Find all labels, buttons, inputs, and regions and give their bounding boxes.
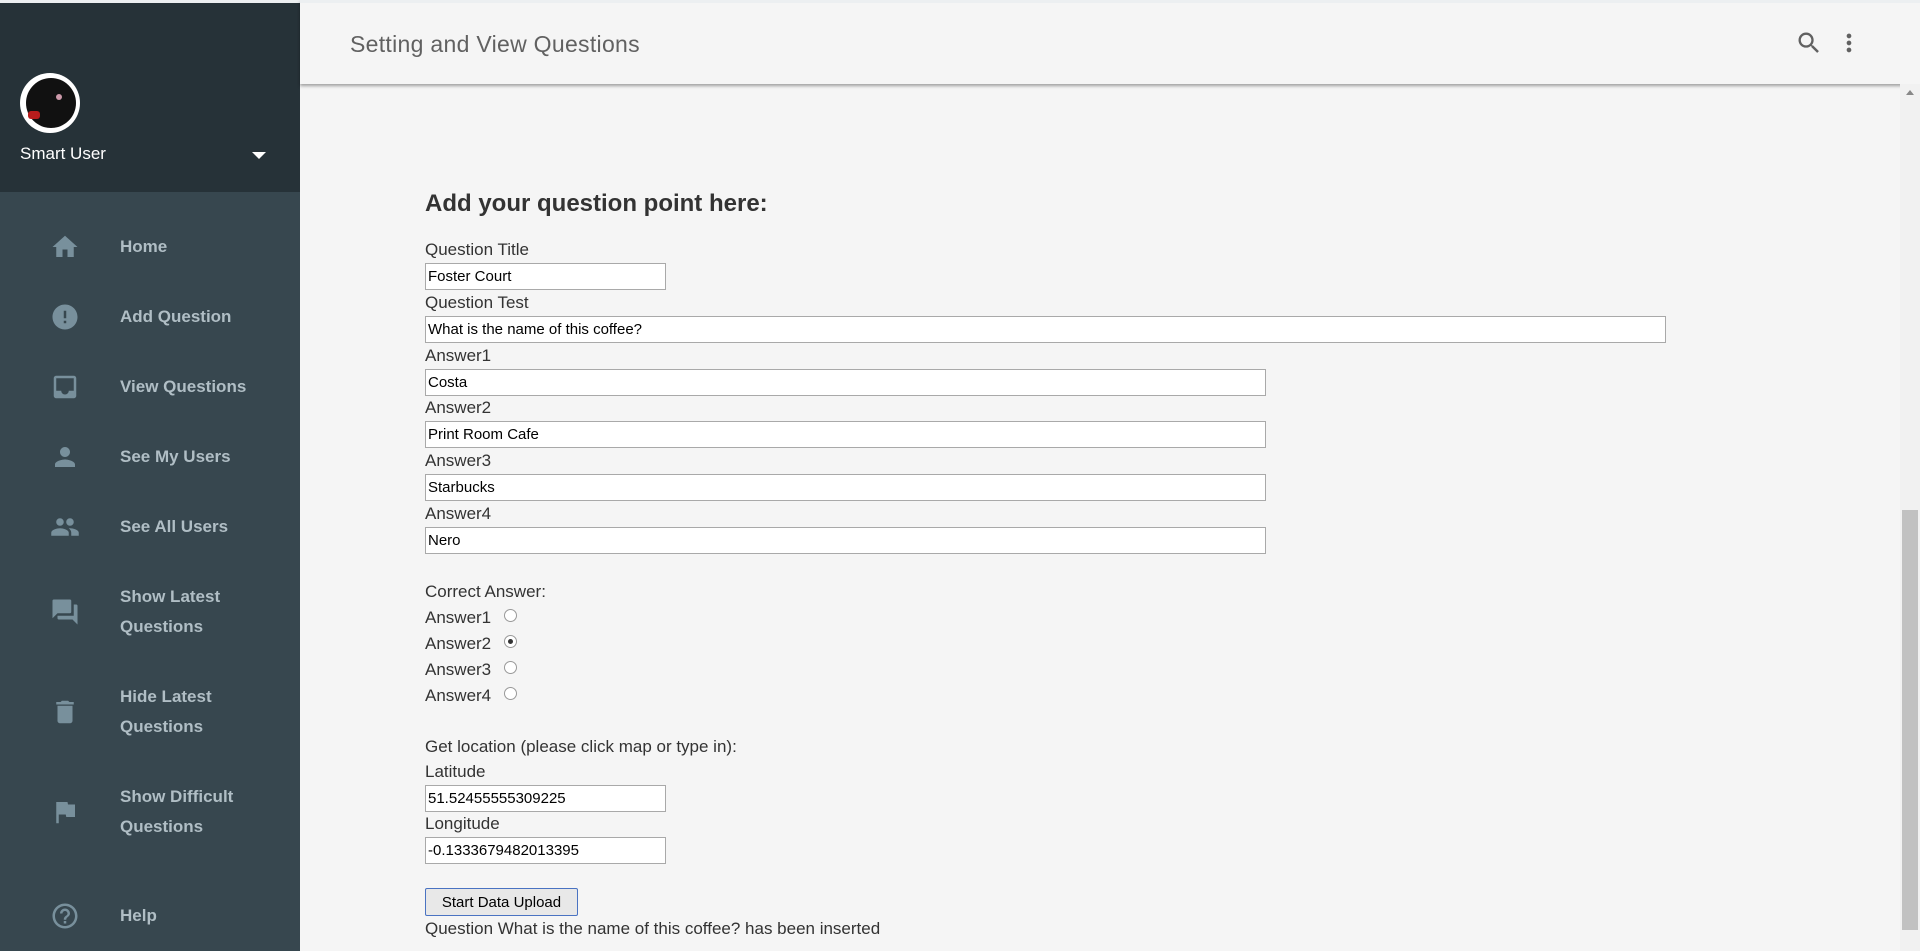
user-name: Smart User	[20, 144, 106, 163]
sidebar-item-label: Questions	[120, 617, 204, 636]
correct-option-answer2-radio[interactable]	[504, 635, 517, 648]
sidebar: Smart User Home Add Question View Questi…	[0, 0, 300, 951]
sidebar-item-label: Add Question	[120, 307, 232, 326]
correct-option-answer1-label: Answer1	[425, 608, 492, 627]
sidebar-item-show-difficult-questions[interactable]: Show Difficult Questions	[0, 782, 300, 842]
people-icon	[51, 518, 79, 536]
sidebar-item-label: Show Difficult	[120, 787, 234, 806]
correct-option-answer3-label: Answer3	[425, 660, 492, 679]
longitude-label: Longitude	[425, 814, 500, 833]
sidebar-item-add-question[interactable]: Add Question	[0, 302, 300, 352]
sidebar-item-label: Questions	[120, 717, 204, 736]
help-icon	[52, 903, 78, 929]
sidebar-item-hide-latest-questions[interactable]: Hide Latest Questions	[0, 682, 300, 742]
answer4-input[interactable]	[425, 527, 1266, 554]
page-title: Setting and View Questions	[350, 31, 640, 57]
trash-icon	[56, 700, 74, 724]
answer2-input[interactable]	[425, 421, 1266, 448]
latitude-input[interactable]	[425, 785, 666, 812]
scrollbar-thumb[interactable]	[1902, 510, 1918, 930]
inbox-icon	[53, 375, 77, 399]
answer4-label: Answer4	[425, 504, 492, 523]
sidebar-item-label: Show Latest	[120, 587, 221, 606]
correct-option-answer2-label: Answer2	[425, 634, 492, 653]
sidebar-item-label: Help	[120, 906, 157, 925]
alert-circle-icon	[52, 304, 78, 330]
answer2-label: Answer2	[425, 398, 492, 417]
sidebar-item-see-my-users[interactable]: See My Users	[0, 442, 300, 492]
home-icon	[52, 235, 78, 257]
question-text-label: Question Test	[425, 293, 529, 312]
sidebar-item-label: Questions	[120, 817, 204, 836]
question-title-input[interactable]	[425, 263, 666, 290]
question-text-input[interactable]	[425, 316, 1666, 343]
status-message: Question What is the name of this coffee…	[425, 919, 881, 938]
top-app-bar: Setting and View Questions	[300, 0, 1920, 84]
answer1-input[interactable]	[425, 369, 1266, 396]
avatar[interactable]	[20, 73, 80, 133]
correct-answer-label: Correct Answer:	[425, 582, 546, 601]
sidebar-item-label: Hide Latest	[120, 687, 212, 706]
flag-icon	[56, 802, 75, 824]
sidebar-item-view-questions[interactable]: View Questions	[0, 372, 300, 422]
answer3-label: Answer3	[425, 451, 492, 470]
sidebar-item-home[interactable]: Home	[0, 232, 300, 282]
correct-option-answer4-radio[interactable]	[504, 687, 517, 700]
answer1-label: Answer1	[425, 346, 492, 365]
sidebar-item-help[interactable]: Help	[0, 901, 300, 951]
user-menu-caret-icon[interactable]	[252, 152, 266, 159]
more-vert-icon[interactable]	[1835, 29, 1863, 57]
correct-option-answer4-label: Answer4	[425, 686, 492, 705]
forum-icon	[52, 599, 78, 625]
question-title-label: Question Title	[425, 240, 529, 259]
scroll-up-arrow-icon[interactable]	[1906, 90, 1914, 95]
sidebar-item-label: Home	[120, 237, 168, 256]
correct-option-answer1-radio[interactable]	[504, 609, 517, 622]
sidebar-item-label: See My Users	[120, 447, 231, 466]
search-icon[interactable]	[1795, 29, 1823, 57]
sidebar-item-see-all-users[interactable]: See All Users	[0, 512, 300, 562]
correct-option-answer3-radio[interactable]	[504, 661, 517, 674]
latitude-label: Latitude	[425, 762, 486, 781]
start-data-upload-button[interactable]: Start Data Upload	[425, 888, 578, 916]
person-icon	[55, 447, 75, 467]
longitude-input[interactable]	[425, 837, 666, 864]
sidebar-item-label: View Questions	[120, 377, 247, 396]
avatar-image	[26, 78, 76, 128]
sidebar-header: Smart User	[0, 0, 300, 192]
location-label: Get location (please click map or type i…	[425, 737, 737, 756]
sidebar-item-label: See All Users	[120, 517, 229, 536]
answer3-input[interactable]	[425, 474, 1266, 501]
sidebar-item-show-latest-questions[interactable]: Show Latest Questions	[0, 582, 300, 642]
form-heading: Add your question point here:	[425, 190, 768, 217]
